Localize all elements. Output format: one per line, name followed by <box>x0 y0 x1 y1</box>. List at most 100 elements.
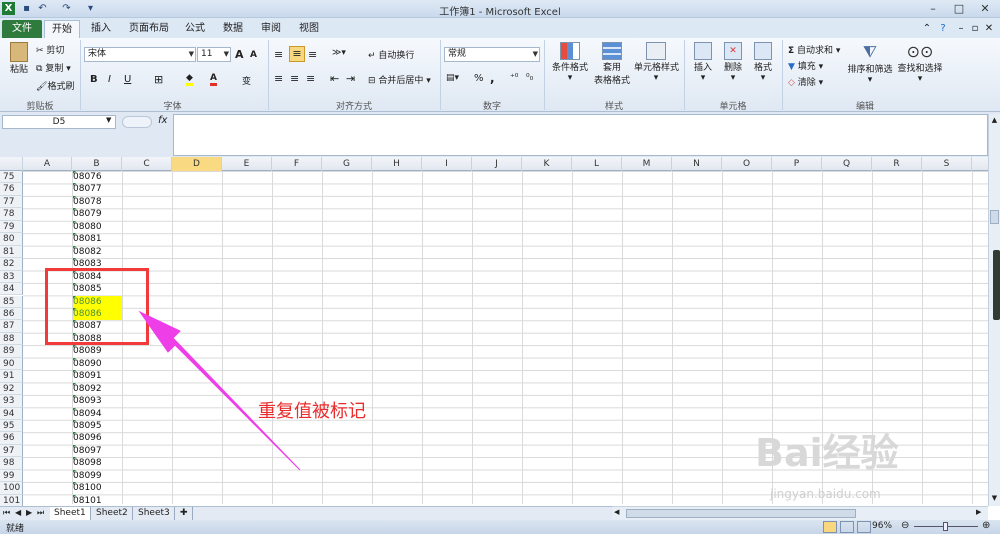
insert-cells-button[interactable]: 插入 ▾ <box>690 42 716 83</box>
table-cell[interactable]: 08092 <box>72 382 122 395</box>
sheet-nav-prev-icon[interactable]: ◀ <box>15 508 21 517</box>
tab-file[interactable]: 文件 <box>2 20 42 38</box>
row-header[interactable]: 85 <box>0 295 23 308</box>
row-header[interactable]: 80 <box>0 233 23 246</box>
tab-sheet1[interactable]: Sheet1 <box>50 507 91 520</box>
border-icon[interactable]: ⊞ <box>154 73 163 86</box>
comma-button[interactable]: , <box>490 71 495 85</box>
tab-insert[interactable]: 插入 <box>86 20 116 38</box>
bold-button[interactable]: B <box>90 74 98 85</box>
column-header-n[interactable]: N <box>672 157 722 171</box>
delete-cells-button[interactable]: ✕ 删除 ▾ <box>720 42 746 83</box>
conditional-format-button[interactable]: 条件格式 ▾ <box>550 42 590 83</box>
workbook-minimize-icon[interactable]: – <box>954 20 968 38</box>
column-header-d[interactable]: D <box>172 157 222 171</box>
decrease-indent-icon[interactable]: ⇤ <box>330 72 339 85</box>
collapse-ribbon-icon[interactable]: ⌃ <box>920 20 934 38</box>
wrap-text-button[interactable]: ↵ 自动换行 <box>368 48 414 61</box>
align-middle-icon[interactable]: ≡ <box>289 46 305 62</box>
tab-formulas[interactable]: 公式 <box>180 20 210 38</box>
table-cell[interactable]: 08093 <box>72 395 122 407</box>
column-header-p[interactable]: P <box>772 157 822 171</box>
column-header-i[interactable]: I <box>422 157 472 171</box>
workbook-restore-icon[interactable]: ▫ <box>968 20 982 38</box>
copy-button[interactable]: ⧉ 复制 ▾ <box>36 61 71 74</box>
table-cell[interactable]: 08076 <box>72 171 122 183</box>
column-header-c[interactable]: C <box>122 157 172 171</box>
table-cell[interactable]: 08100 <box>72 482 122 494</box>
align-right-icon[interactable]: ≡ <box>306 72 315 85</box>
normal-view-icon[interactable] <box>823 521 837 533</box>
row-header[interactable]: 97 <box>0 444 23 458</box>
workbook-close-icon[interactable]: ✕ <box>982 20 996 38</box>
row-header[interactable]: 91 <box>0 370 23 383</box>
row-header[interactable]: 94 <box>0 407 23 420</box>
column-header-b[interactable]: B <box>72 157 122 171</box>
column-header-m[interactable]: M <box>622 157 672 171</box>
row-header[interactable]: 81 <box>0 245 23 259</box>
close-button[interactable]: ✕ <box>972 0 998 17</box>
table-cell[interactable]: 08099 <box>72 469 122 482</box>
row-header[interactable]: 87 <box>0 320 23 333</box>
decrease-decimal-icon[interactable]: ⁰₀ <box>526 73 533 83</box>
insert-function-button[interactable]: fx <box>158 115 172 129</box>
fill-button[interactable]: ▼ 填充 ▾ <box>788 59 823 72</box>
chevron-down-icon[interactable]: ▼ <box>106 116 111 124</box>
table-cell[interactable]: 08082 <box>72 245 122 258</box>
row-header[interactable]: 98 <box>0 457 23 470</box>
sheet-nav-last-icon[interactable]: ⏭ <box>37 508 44 518</box>
horizontal-scroll-thumb[interactable] <box>626 509 856 518</box>
scroll-down-icon[interactable]: ▼ <box>990 494 999 503</box>
find-select-button[interactable]: ⊙⊙ 查找和选择 ▾ <box>896 42 944 84</box>
row-header[interactable]: 86 <box>0 307 23 321</box>
table-cell[interactable]: 08090 <box>72 357 122 370</box>
row-header[interactable]: 92 <box>0 382 23 396</box>
table-cell[interactable]: 08094 <box>72 407 122 420</box>
horizontal-scrollbar[interactable]: ◀ ▶ <box>612 506 988 520</box>
autosum-button[interactable]: Σ 自动求和 ▾ <box>788 43 840 56</box>
column-header-j[interactable]: J <box>472 157 522 171</box>
tab-page-layout[interactable]: 页面布局 <box>124 20 174 38</box>
column-header-h[interactable]: H <box>372 157 422 171</box>
table-cell[interactable]: 08080 <box>72 220 122 233</box>
scroll-right-icon[interactable]: ▶ <box>976 508 981 516</box>
minimize-button[interactable]: – <box>920 0 946 17</box>
column-header-q[interactable]: Q <box>822 157 872 171</box>
cut-button[interactable]: ✂ 剪切 <box>36 43 64 56</box>
table-cell[interactable]: 08081 <box>72 233 122 245</box>
page-break-view-icon[interactable] <box>857 521 871 533</box>
cell-styles-button[interactable]: 单元格样式 ▾ <box>634 42 679 83</box>
sheet-nav-first-icon[interactable]: ⏮ <box>3 508 10 518</box>
column-header-r[interactable]: R <box>872 157 922 171</box>
table-cell[interactable]: 08096 <box>72 432 122 444</box>
row-header[interactable]: 90 <box>0 357 23 371</box>
column-header-o[interactable]: O <box>722 157 772 171</box>
row-header[interactable]: 96 <box>0 432 23 445</box>
align-left-icon[interactable]: ≡ <box>274 72 283 85</box>
currency-icon[interactable]: ▤▾ <box>446 73 459 83</box>
column-header-s[interactable]: S <box>922 157 972 171</box>
row-header[interactable]: 89 <box>0 345 23 358</box>
column-header-k[interactable]: K <box>522 157 572 171</box>
column-header-f[interactable]: F <box>272 157 322 171</box>
italic-button[interactable]: I <box>108 74 111 85</box>
column-header-g[interactable]: G <box>322 157 372 171</box>
row-header[interactable]: 93 <box>0 395 23 408</box>
format-as-table-button[interactable]: 套用 表格格式 <box>592 42 632 86</box>
number-format-combo[interactable]: 常规 ▼ <box>444 47 540 62</box>
page-layout-view-icon[interactable] <box>840 521 854 533</box>
align-bottom-icon[interactable]: ≡ <box>308 48 317 61</box>
scroll-left-icon[interactable]: ◀ <box>614 508 619 516</box>
name-box[interactable]: D5 <box>2 115 116 129</box>
font-name-combo[interactable]: 宋体 ▼ <box>84 47 196 62</box>
scroll-up-icon[interactable]: ▲ <box>990 116 999 125</box>
grow-font-button[interactable]: A <box>235 48 244 61</box>
zoom-slider-thumb[interactable] <box>943 522 948 531</box>
underline-button[interactable]: U <box>124 74 131 85</box>
tab-review[interactable]: 审阅 <box>256 20 286 38</box>
table-cell[interactable]: 08097 <box>72 444 122 457</box>
row-header[interactable]: 76 <box>0 183 23 196</box>
formula-input[interactable] <box>173 114 988 156</box>
orientation-icon[interactable]: ≫▾ <box>332 48 346 58</box>
zoom-out-icon[interactable]: ⊖ <box>901 520 909 531</box>
